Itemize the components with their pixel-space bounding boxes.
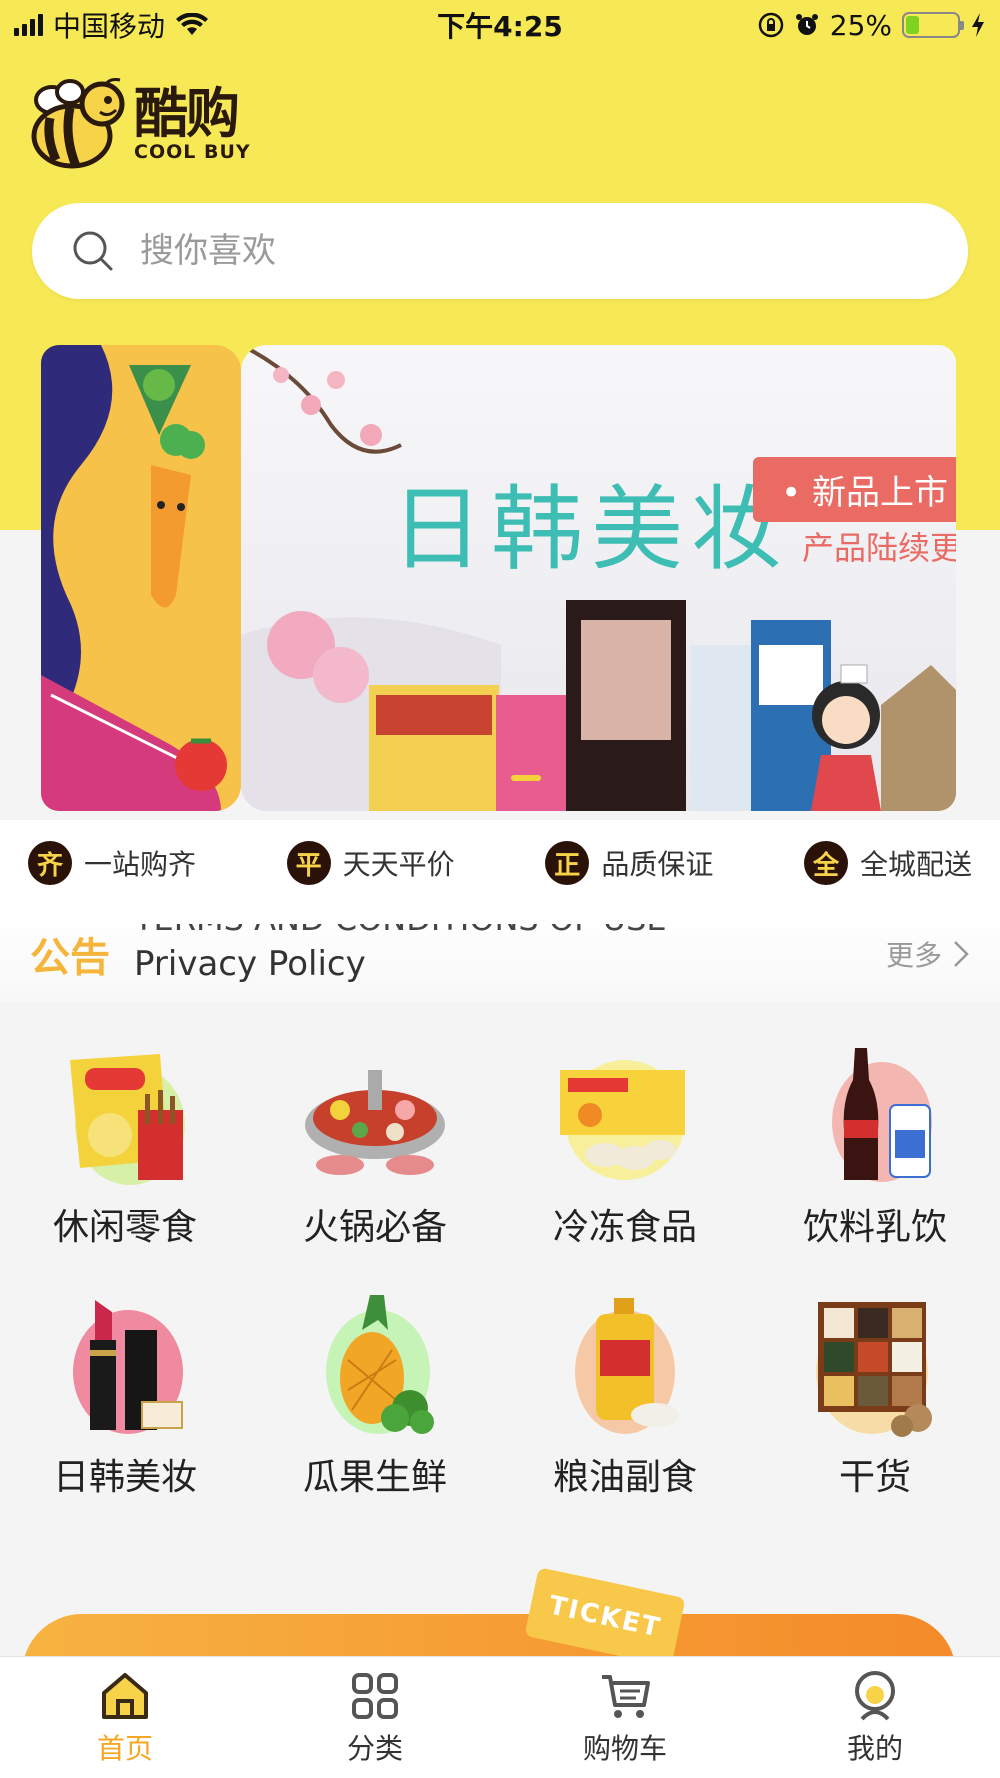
dried-goods-icon — [816, 1302, 932, 1437]
tab-cart[interactable]: 购物车 — [545, 1669, 705, 1767]
category-label: 休闲零食 — [52, 1207, 197, 1248]
category-label: 瓜果生鲜 — [302, 1457, 447, 1498]
chevron-right-icon — [954, 941, 969, 967]
feature-badge: 正 — [545, 841, 590, 885]
category-item-hotpot[interactable]: 火锅必备 — [250, 1040, 500, 1250]
clock: 下午4:25 — [437, 10, 563, 43]
status-bar: 中国移动 下午4:25 25% — [0, 0, 1000, 50]
category-label: 饮料乳饮 — [802, 1207, 947, 1248]
more-label: 更多 — [885, 939, 942, 972]
tab-label: 我的 — [846, 1731, 903, 1765]
tab-label: 购物车 — [582, 1731, 667, 1765]
tab-label: 首页 — [96, 1731, 153, 1765]
feature-item: 正 品质保证 — [545, 841, 713, 885]
fruit-icon — [326, 1295, 434, 1434]
category-label: 火锅必备 — [302, 1207, 447, 1248]
hotpot-icon — [305, 1070, 445, 1175]
carousel-indicator — [511, 775, 541, 781]
tab-profile[interactable]: 我的 — [795, 1669, 955, 1767]
category-item-dried-goods[interactable]: 干货 — [750, 1290, 1000, 1500]
grain-oil-icon — [575, 1298, 679, 1434]
feature-label: 天天平价 — [342, 848, 455, 881]
tab-category[interactable]: 分类 — [295, 1669, 455, 1767]
category-grid: 休闲零食 火锅必备 冷冻食品 饮料乳饮 日韩美妆 瓜果生鲜 粮油副食 干货 — [0, 1040, 1000, 1500]
feature-item: 平 天天平价 — [286, 841, 455, 885]
app-logo: 酷购 COOL BUY — [30, 78, 251, 170]
category-label: 干货 — [838, 1457, 911, 1498]
category-label: 粮油副食 — [552, 1457, 697, 1498]
category-label: 日韩美妆 — [52, 1457, 197, 1498]
battery-icon — [902, 12, 964, 38]
bottom-tab-bar: 首页 分类 购物车 我的 — [0, 1656, 1000, 1778]
tab-home[interactable]: 首页 — [45, 1669, 205, 1767]
feature-label: 全城配送 — [859, 848, 972, 881]
feature-item: 齐 一站购齐 — [28, 841, 196, 885]
feature-badge: 平 — [286, 841, 331, 885]
carousel-slide-cosmetics[interactable]: 日韩美妆 • 新品上市 产品陆续更 — [241, 345, 956, 811]
search-input[interactable] — [140, 231, 900, 271]
frozen-food-icon — [560, 1060, 685, 1180]
announcement-previous[interactable]: TERMS AND CONDITIONS OF USE — [134, 924, 667, 938]
feature-item: 全 全城配送 — [803, 841, 972, 885]
category-item-frozen-food[interactable]: 冷冻食品 — [500, 1040, 750, 1250]
announcement-current[interactable]: Privacy Policy — [134, 944, 366, 984]
more-link[interactable]: 更多 — [886, 934, 970, 974]
tab-label: 分类 — [346, 1731, 403, 1765]
banner-tag: • 新品上市 — [753, 457, 956, 522]
feature-label: 品质保证 — [601, 848, 714, 881]
logo-text-cn: 酷购 — [134, 81, 240, 145]
drinks-icon — [832, 1048, 932, 1182]
cosmetics-icon — [73, 1300, 183, 1434]
feature-badge: 全 — [803, 841, 848, 885]
category-item-snacks[interactable]: 休闲零食 — [0, 1040, 250, 1250]
signal-icon — [14, 14, 43, 36]
promo-carousel[interactable]: 日韩美妆 • 新品上市 产品陆续更 — [41, 345, 956, 811]
service-features: 齐 一站购齐 平 天天平价 正 品质保证 全 全城配送 — [0, 820, 1000, 906]
home-icon — [102, 1672, 148, 1719]
profile-icon — [855, 1670, 895, 1720]
battery-percent: 25% — [829, 8, 892, 42]
feature-badge: 齐 — [28, 841, 72, 885]
wifi-icon — [176, 13, 209, 35]
category-item-grain-oil[interactable]: 粮油副食 — [500, 1290, 750, 1500]
category-item-drinks[interactable]: 饮料乳饮 — [750, 1040, 1000, 1250]
announcement-ticker[interactable]: TERMS AND CONDITIONS OF USE Privacy Poli… — [134, 924, 886, 984]
search-icon — [73, 231, 113, 271]
announcement-bar[interactable]: 公告 TERMS AND CONDITIONS OF USE Privacy P… — [0, 906, 1000, 1002]
snacks-icon — [70, 1054, 185, 1185]
logo-text-en: COOL BUY — [134, 140, 251, 163]
banner-title: 日韩美妆 — [391, 476, 792, 583]
category-label: 冷冻食品 — [552, 1207, 697, 1248]
alarm-icon — [795, 14, 818, 35]
announcement-label: 公告 — [30, 935, 110, 981]
banner-subtitle: 产品陆续更 — [801, 529, 956, 567]
carousel-slide-previous[interactable] — [41, 345, 241, 811]
carrier-label: 中国移动 — [53, 10, 166, 43]
search-bar[interactable] — [32, 203, 968, 299]
orientation-lock-icon — [758, 12, 784, 38]
category-item-cosmetics[interactable]: 日韩美妆 — [0, 1290, 250, 1500]
feature-label: 一站购齐 — [84, 848, 197, 881]
category-item-fruit[interactable]: 瓜果生鲜 — [250, 1290, 500, 1500]
vegetables-illustration — [41, 345, 227, 811]
charging-icon — [972, 13, 984, 37]
category-icon — [352, 1672, 398, 1719]
bee-logo-icon — [31, 78, 125, 169]
cart-icon — [602, 1674, 650, 1718]
